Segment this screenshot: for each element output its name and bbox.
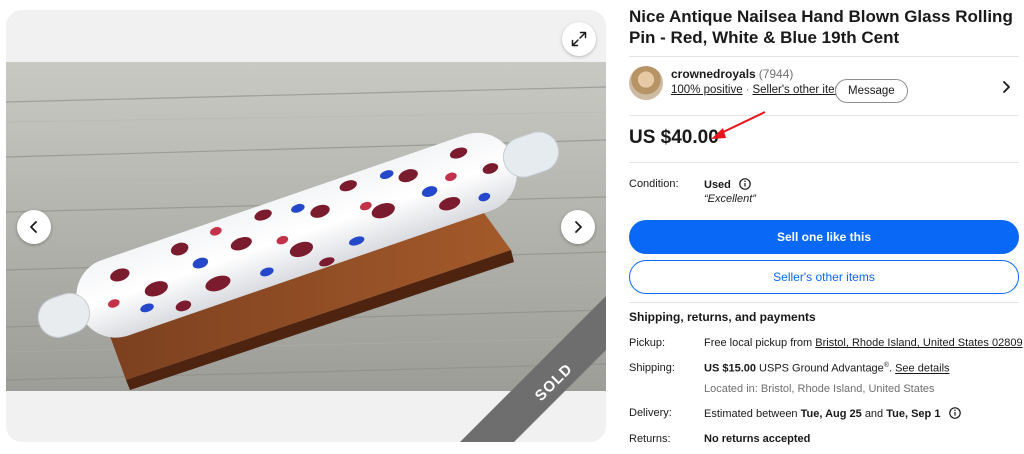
item-price: US $40.00 [629,127,719,148]
chevron-left-icon [30,221,37,233]
divider [629,56,1019,57]
seller-feedback-score: (7944) [758,67,794,81]
condition-note: “Excellent” [704,193,756,205]
divider [629,115,1019,116]
returns-label: Returns: [629,433,671,445]
message-seller-button[interactable]: Message [835,79,908,103]
shipping-label: Shipping: [629,362,675,374]
registered-mark: ® [883,362,889,369]
shipping-price: US $15.00 [704,362,756,375]
expand-image-button[interactable] [562,22,596,56]
separator-dot: · [745,84,750,96]
info-icon[interactable] [948,407,961,419]
delivery-label: Delivery: [629,407,672,419]
see-details-link[interactable]: See details [895,363,949,375]
expand-icon [571,31,587,47]
pickup-label: Pickup: [629,337,666,349]
returns-value: No returns accepted [704,433,811,445]
next-image-button[interactable] [561,210,595,244]
pickup-text: Free local pickup from [704,337,813,349]
shipping-service: USPS Ground Advantage [759,362,884,375]
info-icon[interactable] [739,178,751,190]
chevron-right-icon[interactable] [1001,80,1013,94]
condition-label: Condition: [629,178,679,190]
seller-card[interactable]: crownedroyals (7944) 100% positive · Seller… [629,64,1019,108]
delivery-prefix: Estimated between [704,408,798,420]
chevron-right-icon [575,221,582,233]
pickup-location-link[interactable]: Bristol, Rhode Island, United States 028… [815,337,1022,349]
image-gallery: SOLD [6,10,606,442]
divider [629,162,1019,163]
delivery-end-date: Tue, Sep 1 [886,408,941,420]
divider [629,302,1019,303]
condition-value: Used [704,179,731,191]
shipping-section-title: Shipping, returns, and payments [629,310,816,324]
delivery-start-date: Tue, Aug 25 [800,408,862,420]
previous-image-button[interactable] [17,210,51,244]
delivery-and: and [864,408,884,420]
item-location: Located in: Bristol, Rhode Island, Unite… [704,383,935,395]
product-photo[interactable] [6,62,606,391]
sellers-other-items-button[interactable]: Seller's other items [629,260,1019,294]
sell-one-like-this-button[interactable]: Sell one like this [629,220,1019,254]
positive-feedback-link[interactable]: 100% positive [671,84,743,96]
seller-avatar[interactable] [629,66,663,100]
seller-name[interactable]: crownedroyals [671,67,756,81]
item-title: Nice Antique Nailsea Hand Blown Glass Ro… [629,7,1013,47]
